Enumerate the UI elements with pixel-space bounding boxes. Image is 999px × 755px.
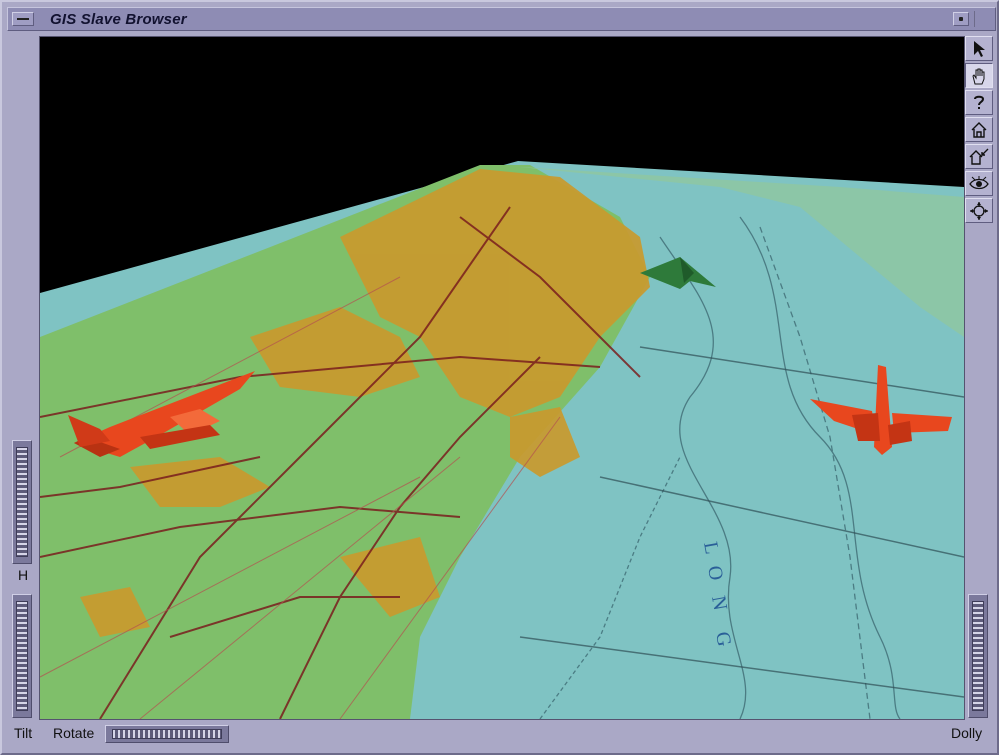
view-all-button[interactable] [965, 171, 993, 196]
help-button[interactable] [965, 90, 993, 115]
title-bar[interactable]: GIS Slave Browser [7, 7, 996, 31]
home-button[interactable] [965, 117, 993, 142]
set-home-icon [969, 148, 989, 165]
3d-viewport[interactable]: L O N G [39, 36, 965, 720]
eye-icon [969, 175, 989, 189]
h-label: H [18, 567, 29, 583]
rotate-thumbwheel[interactable] [105, 725, 229, 743]
h-thumbwheel[interactable] [12, 440, 32, 564]
crosshair-icon [970, 201, 988, 220]
tilt-thumbwheel[interactable] [12, 594, 32, 718]
viewer-toolbar [965, 36, 995, 225]
dolly-thumbwheel[interactable] [968, 594, 988, 718]
map-scene: L O N G [40, 37, 964, 719]
titlebar-corner [974, 11, 993, 27]
window-frame: GIS Slave Browser L O N G H Tilt Rotate … [0, 0, 999, 755]
tilt-label: Tilt [14, 725, 33, 741]
h-thumbwheel-grip[interactable] [16, 447, 28, 557]
hand-icon [972, 68, 985, 84]
minimize-button[interactable] [953, 12, 969, 26]
rotate-label: Rotate [53, 725, 95, 741]
dolly-thumbwheel-grip[interactable] [972, 601, 984, 711]
rotate-thumbwheel-grip[interactable] [112, 729, 222, 739]
view-mode-button[interactable] [965, 63, 993, 88]
question-mark-icon [974, 95, 985, 109]
window-title: GIS Slave Browser [50, 11, 187, 28]
arrow-pointer-icon [974, 40, 985, 57]
select-button[interactable] [965, 36, 993, 61]
home-icon [971, 121, 987, 138]
seek-button[interactable] [965, 198, 993, 223]
tilt-thumbwheel-grip[interactable] [16, 601, 28, 711]
window-menu-button[interactable] [12, 12, 34, 26]
dolly-label: Dolly [951, 725, 983, 741]
set-home-button[interactable] [965, 144, 993, 169]
